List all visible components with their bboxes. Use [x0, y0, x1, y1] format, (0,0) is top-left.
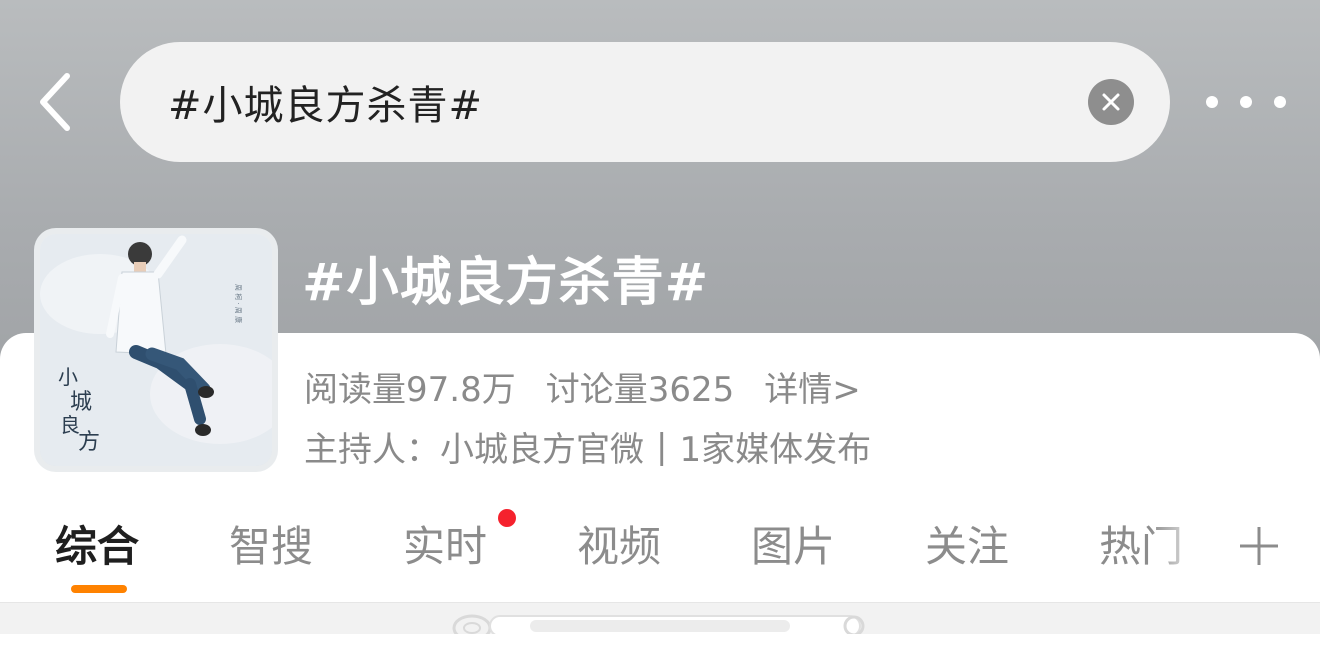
tab-bar: 综合 智搜 实时 视频 图片 关注 热门: [0, 505, 1320, 595]
host-info: 主持人：小城良方官微 | 1家媒体发布: [304, 422, 871, 471]
poster-illustration: 小 城 良 方 周 柯 · 周 康: [40, 234, 272, 466]
svg-text:周 柯 · 周 康: 周 柯 · 周 康: [234, 284, 243, 323]
tab-video[interactable]: 视频: [577, 513, 661, 574]
tab-realtime[interactable]: 实时: [403, 513, 487, 574]
discussion-count: 讨论量3625: [545, 370, 735, 410]
read-count: 阅读量97.8万: [304, 370, 516, 410]
host-label[interactable]: 主持人：小城良方官微: [304, 422, 644, 471]
media-count[interactable]: 1家媒体发布: [679, 422, 871, 471]
more-icon: [1206, 96, 1218, 108]
more-button[interactable]: [1206, 82, 1286, 122]
svg-text:方: 方: [78, 430, 100, 455]
detail-link[interactable]: 详情>: [764, 362, 861, 411]
svg-text:小: 小: [58, 365, 78, 389]
svg-text:良: 良: [60, 413, 80, 437]
active-tab-indicator: [71, 585, 127, 593]
cover-image: 小 城 良 方 周 柯 · 周 康: [40, 234, 272, 466]
tab-comprehensive[interactable]: 综合: [55, 513, 139, 574]
tab-smart-search[interactable]: 智搜: [229, 513, 313, 574]
more-icon-dot: [1274, 96, 1286, 108]
clear-icon: [1102, 93, 1120, 111]
topic-title: #小城良方杀青#: [302, 253, 710, 313]
feed-start: [0, 634, 1320, 658]
svg-text:城: 城: [70, 390, 92, 415]
topic-stats: 阅读量97.8万 讨论量3625 详情>: [304, 362, 861, 411]
tab-images[interactable]: 图片: [751, 513, 835, 574]
host-separator: |: [656, 426, 668, 467]
tab-following[interactable]: 关注: [925, 513, 1009, 574]
back-arrow-icon: [40, 73, 70, 131]
plus-icon[interactable]: [1238, 525, 1280, 567]
more-icon-dot: [1240, 96, 1252, 108]
tab-fade: [1150, 505, 1230, 595]
topic-cover[interactable]: 小 城 良 方 周 柯 · 周 康: [34, 228, 278, 472]
search-bar[interactable]: #小城良方杀青#: [120, 42, 1170, 162]
clear-button[interactable]: [1088, 79, 1134, 125]
realtime-notification-dot: [498, 509, 516, 527]
search-input[interactable]: #小城良方杀青#: [168, 73, 1088, 131]
back-button[interactable]: [30, 70, 80, 134]
